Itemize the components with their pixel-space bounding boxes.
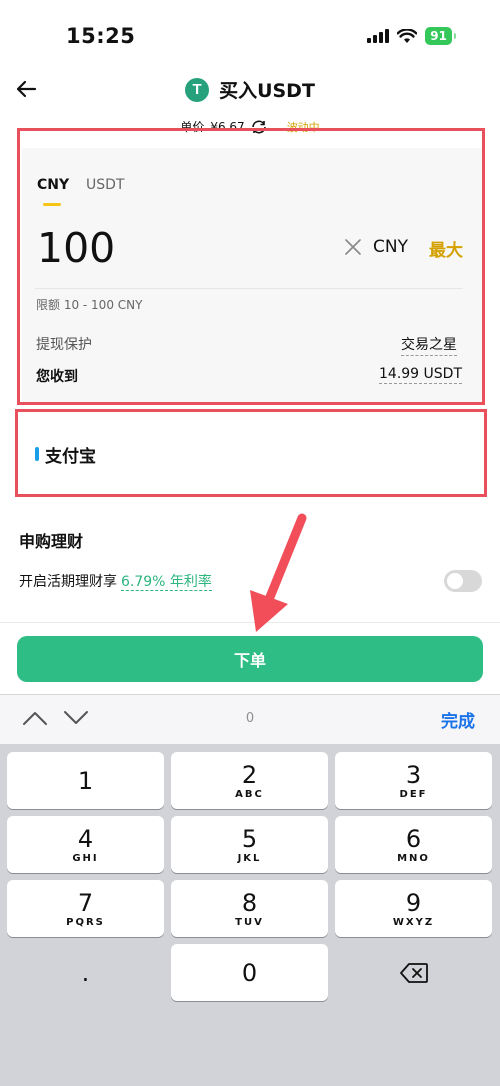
key-7[interactable]: 7 PQRS xyxy=(7,880,164,937)
key-letters: MNO xyxy=(397,852,430,864)
key-letters: DEF xyxy=(399,788,428,800)
receive-value[interactable]: 14.99 USDT xyxy=(379,366,462,384)
currency-label: CNY xyxy=(373,237,408,257)
wifi-icon xyxy=(397,28,418,43)
key-9[interactable]: 9 WXYZ xyxy=(335,880,492,937)
receive-label: 您收到 xyxy=(36,369,78,385)
done-button[interactable]: 完成 xyxy=(441,707,475,732)
key-letters: JKL xyxy=(237,852,262,864)
battery-icon: 91 xyxy=(425,27,456,45)
key-letters: PQRS xyxy=(66,916,105,928)
key-digit: 7 xyxy=(77,888,94,917)
key-digit: 2 xyxy=(241,760,258,789)
status-icons: 91 xyxy=(367,27,456,45)
max-button[interactable]: 最大 xyxy=(429,236,463,261)
payment-method-label[interactable]: 支付宝 xyxy=(45,442,96,467)
key-digit: 9 xyxy=(405,888,422,917)
tab-active-indicator xyxy=(43,203,61,206)
key-digit: 1 xyxy=(77,766,94,795)
key-1[interactable]: 1 xyxy=(7,752,164,809)
payment-indicator xyxy=(35,447,39,461)
key-decimal[interactable]: . xyxy=(7,944,164,1001)
key-digit: 8 xyxy=(241,888,258,917)
key-letters: ABC xyxy=(235,788,264,800)
key-digit: 5 xyxy=(241,824,258,853)
key-digit: 3 xyxy=(405,760,422,789)
backspace-key[interactable] xyxy=(335,944,492,1001)
status-time: 15:25 xyxy=(66,24,136,48)
page-title: 买入USDT xyxy=(219,80,315,102)
earn-toggle[interactable] xyxy=(444,570,482,592)
backspace-icon xyxy=(399,962,428,983)
key-digit: 4 xyxy=(77,824,94,853)
earn-rate[interactable]: 6.79% 年利率 xyxy=(121,574,212,591)
earn-toggle-text: 开启活期理财享 6.79% 年利率 xyxy=(19,571,212,591)
amount-input[interactable]: 100 xyxy=(37,224,115,272)
key-letters: WXYZ xyxy=(392,916,435,928)
earn-toggle-label: 开启活期理财享 xyxy=(19,574,117,590)
key-5[interactable]: 5 JKL xyxy=(171,816,328,873)
page-header: T 买入USDT xyxy=(0,76,500,103)
key-8[interactable]: 8 TUV xyxy=(171,880,328,937)
withdraw-protection-label: 提现保护 xyxy=(36,337,92,353)
signal-icon xyxy=(367,29,390,43)
key-digit: 0 xyxy=(241,958,258,987)
key-6[interactable]: 6 MNO xyxy=(335,816,492,873)
key-0[interactable]: 0 xyxy=(171,944,328,1001)
key-4[interactable]: 4 GHI xyxy=(7,816,164,873)
key-letters: TUV xyxy=(235,916,264,928)
limit-text: 限额 10 - 100 CNY xyxy=(36,298,143,312)
tab-usdt[interactable]: USDT xyxy=(86,177,124,193)
key-letters: GHI xyxy=(72,852,99,864)
divider xyxy=(35,288,463,289)
key-digit: 6 xyxy=(405,824,422,853)
usdt-logo-icon: T xyxy=(185,77,210,102)
tab-cny[interactable]: CNY xyxy=(37,177,69,193)
key-3[interactable]: 3 DEF xyxy=(335,752,492,809)
annotation-arrow-icon xyxy=(250,513,307,632)
keyboard-accessory-bar: 0 完成 xyxy=(0,694,500,745)
key-2[interactable]: 2 ABC xyxy=(171,752,328,809)
earn-title: 申购理财 xyxy=(19,532,84,551)
withdraw-protection-value[interactable]: 交易之星 xyxy=(401,334,457,356)
numeric-keyboard: 1 2 ABC 3 DEF 4 GHI 5 JKL 6 MNO 7 PQRS 8… xyxy=(0,744,500,1086)
clear-icon[interactable] xyxy=(344,238,362,256)
input-preview: 0 xyxy=(245,711,255,726)
place-order-button[interactable]: 下单 xyxy=(17,636,483,682)
